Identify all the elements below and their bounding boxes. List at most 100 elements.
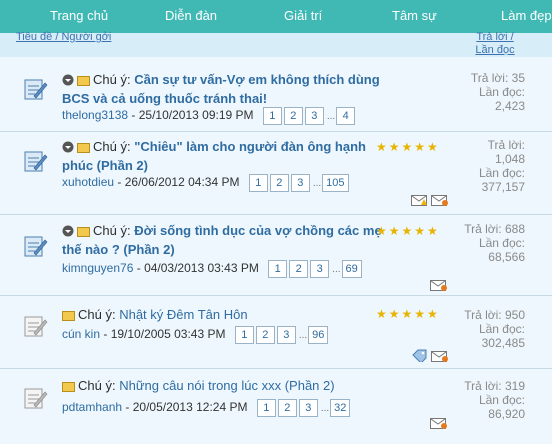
thread-date: - 19/10/2005 03:43 PM (103, 327, 226, 342)
replies-count: 688 (504, 222, 525, 236)
sticky-folder-icon (62, 311, 75, 321)
thread-stats: Trả lời: 688 Lần đọc: 68,566 (445, 222, 525, 264)
down-arrow-icon[interactable] (62, 141, 74, 153)
views-count: 2,423 (494, 99, 525, 113)
nav-entertainment[interactable]: Giải trí (284, 8, 322, 23)
thread-title-text[interactable]: Những câu nói trong lúc xxx (Phần 2) (119, 378, 334, 393)
nav-forum[interactable]: Diễn đàn (165, 8, 217, 23)
thread-title[interactable]: Chú ý: Nhật ký Đêm Tân Hôn (62, 305, 382, 324)
thread-meta: pdtamhanh - 20/05/2013 12:24 PM 1 2 3... 32 (62, 399, 352, 417)
note-label: Chú ý: (93, 223, 131, 238)
thread-date: - 26/06/2012 04:34 PM (117, 175, 240, 190)
sticky-folder-icon (62, 382, 75, 392)
thread-author[interactable]: kimnguyen76 (62, 261, 133, 275)
views-count: 68,566 (488, 250, 525, 264)
thread-read-icon (24, 316, 48, 337)
page-link-last[interactable]: 32 (330, 399, 351, 417)
thread-author[interactable]: xuhotdieu (62, 175, 114, 189)
down-arrow-icon[interactable] (62, 225, 74, 237)
thread-title[interactable]: Chú ý: Cần sự tư vấn-Vợ em không thích d… (62, 70, 382, 108)
views-count: 302,485 (481, 336, 525, 350)
pagination: 1 2 3... 105 (248, 174, 351, 192)
replies-label: Trả lời: (464, 308, 502, 322)
page-link[interactable]: 2 (255, 326, 275, 344)
page-link[interactable]: 1 (268, 260, 288, 278)
thread-title-text[interactable]: Nhật ký Đêm Tân Hôn (119, 307, 247, 322)
page-link[interactable]: 3 (310, 260, 330, 278)
replies-label: Trả lời: (487, 138, 525, 152)
column-replies-views[interactable]: Trả lời / Lần đọc (466, 31, 524, 57)
thread-title[interactable]: Chú ý: "Chiêu" làm cho người đàn ông hạn… (62, 137, 382, 175)
thread-read-icon (24, 388, 48, 409)
thread-meta: cún kin - 19/10/2005 03:43 PM 1 2 3... 96 (62, 326, 330, 344)
replies-label: Trả lời: (464, 379, 502, 393)
status-icons (430, 277, 448, 292)
thread-author[interactable]: cún kin (62, 327, 100, 341)
sticky-folder-icon (77, 227, 90, 237)
note-label: Chú ý: (93, 139, 131, 154)
page-link-last[interactable]: 96 (308, 326, 329, 344)
thread-new-icon (24, 79, 48, 100)
views-label: Lần đọc: (478, 322, 525, 336)
pagination: 1 2 3... 4 (262, 107, 357, 125)
page-link[interactable]: 2 (269, 174, 289, 192)
thread-stats: Trả lời: 1,048 Lần đọc: 377,157 (445, 138, 525, 194)
page-link[interactable]: 3 (304, 107, 324, 125)
replies-count: 35 (511, 71, 525, 85)
pagination: 1 2 3... 69 (268, 260, 364, 278)
page-link[interactable]: 1 (248, 174, 268, 192)
thread-new-icon (24, 151, 48, 172)
page-link[interactable]: 3 (298, 399, 318, 417)
thread-title[interactable]: Chú ý: Đời sống tình dục của vợ chồng cá… (62, 221, 382, 259)
thread-row: Chú ý: Nhật ký Đêm Tân Hôn ★★★★★ cún kin… (0, 296, 552, 369)
thread-stats: Trả lời: 950 Lần đọc: 302,485 (445, 308, 525, 350)
sticky-folder-icon (77, 143, 90, 153)
thread-row: Chú ý: Đời sống tình dục của vợ chồng cá… (0, 215, 552, 296)
thread-meta: thelong3138 - 25/10/2013 09:19 PM 1 2 3...… (62, 107, 357, 125)
ellipsis: ... (326, 110, 336, 122)
thread-date: - 25/10/2013 09:19 PM (131, 108, 254, 123)
replies-label: Trả lời: (464, 222, 502, 236)
page-link[interactable]: 1 (234, 326, 254, 344)
sticky-folder-icon (77, 76, 90, 86)
thread-date: - 04/03/2013 03:43 PM (136, 261, 259, 276)
page-link[interactable]: 3 (290, 174, 310, 192)
thread-row: Chú ý: Những câu nói trong lúc xxx (Phần… (0, 369, 552, 444)
thread-stats: Trả lời: 35 Lần đọc: 2,423 (445, 71, 525, 113)
ellipsis: ... (312, 177, 322, 189)
ellipsis: ... (332, 263, 341, 275)
unread-mail-icon (431, 351, 449, 363)
thread-date: - 20/05/2013 12:24 PM (125, 400, 248, 415)
nav-beauty[interactable]: Làm đẹp (501, 8, 552, 23)
rating-stars: ★★★★★ (376, 224, 440, 238)
page-link[interactable]: 2 (277, 399, 297, 417)
rating-stars: ★★★★★ (376, 307, 440, 321)
thread-meta: kimnguyen76 - 04/03/2013 03:43 PM 1 2 3...… (62, 260, 364, 278)
thread-author[interactable]: pdtamhanh (62, 400, 122, 414)
status-icons (411, 192, 449, 207)
views-count: 377,157 (481, 180, 525, 194)
page-link-last[interactable]: 69 (341, 260, 362, 278)
page-link[interactable]: 1 (262, 107, 282, 125)
page-link[interactable]: 1 (256, 399, 276, 417)
unread-mail-icon (431, 195, 449, 207)
thread-author[interactable]: thelong3138 (62, 108, 128, 122)
unread-mail-icon (430, 280, 447, 292)
page-link-last[interactable]: 105 (322, 174, 349, 192)
page-link[interactable]: 3 (276, 326, 296, 344)
views-label: Lần đọc: (478, 236, 525, 250)
pagination: 1 2 3... 32 (256, 399, 353, 417)
note-label: Chú ý: (93, 72, 131, 87)
column-title-author[interactable]: Tiêu đề / Người gởi (16, 31, 111, 43)
down-arrow-icon[interactable] (62, 74, 74, 86)
page-link-last[interactable]: 4 (336, 107, 356, 125)
thread-title[interactable]: Chú ý: Những câu nói trong lúc xxx (Phần… (62, 376, 417, 395)
nav-confide[interactable]: Tâm sự (392, 8, 437, 23)
page-link[interactable]: 2 (283, 107, 303, 125)
ellipsis: ... (298, 329, 308, 341)
page-link[interactable]: 2 (289, 260, 309, 278)
pagination: 1 2 3... 96 (234, 326, 331, 344)
unread-mail-icon (430, 418, 447, 430)
warning-mail-icon (411, 195, 427, 207)
nav-home[interactable]: Trang chủ (50, 8, 108, 23)
